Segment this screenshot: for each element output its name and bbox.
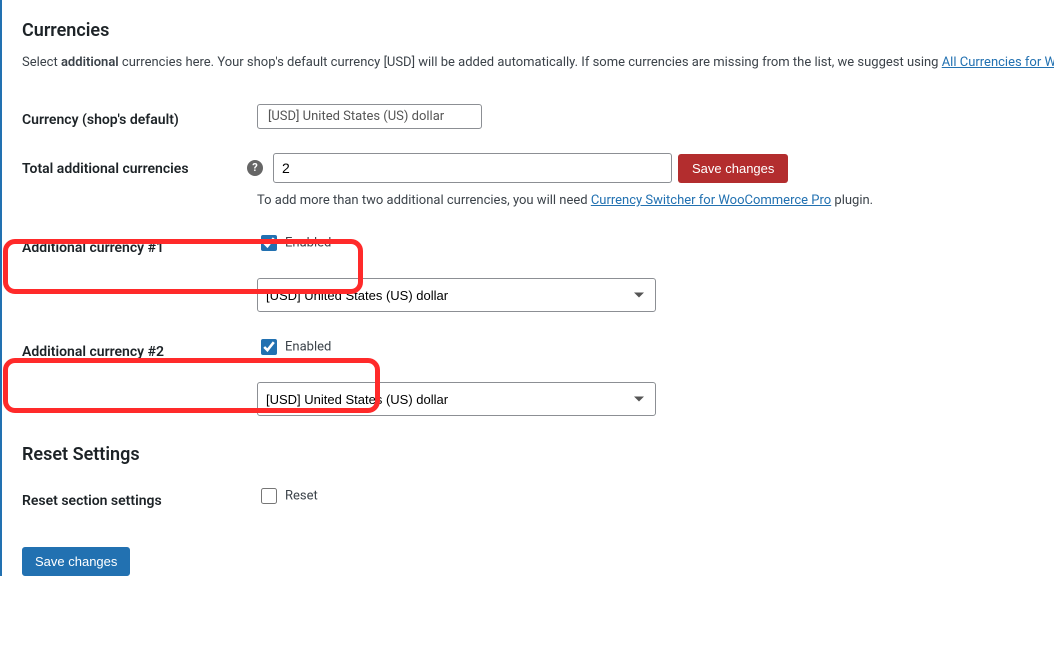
currencies-heading: Currencies [22, 20, 1054, 41]
additional-currency-2-label: Additional currency #2 [22, 330, 257, 376]
default-currency-value: [USD] United States (US) dollar [257, 104, 482, 129]
save-changes-inline-button[interactable]: Save changes [678, 154, 788, 183]
reset-checkbox[interactable] [261, 488, 277, 504]
additional-2-currency-select[interactable]: [USD] United States (US) dollar [257, 382, 656, 416]
help-icon[interactable]: ? [247, 160, 263, 176]
intro-bold: additional [61, 55, 119, 70]
helper-text: To add more than two additional currenci… [257, 193, 1054, 208]
all-currencies-link[interactable]: All Currencies for Wo [942, 55, 1054, 70]
reset-settings-heading: Reset Settings [22, 444, 1054, 465]
default-currency-label: Currency (shop's default) [22, 98, 257, 147]
reset-text: Reset [285, 489, 318, 504]
save-changes-button[interactable]: Save changes [22, 547, 130, 576]
currencies-intro: Select additional currencies here. Your … [22, 55, 1054, 70]
additional-currency-1-label: Additional currency #1 [22, 226, 257, 272]
additional-1-enabled-text: Enabled [285, 236, 331, 251]
helper-pre: To add more than two additional currenci… [257, 193, 591, 208]
additional-2-enabled-checkbox[interactable] [261, 339, 277, 355]
helper-post: plugin. [831, 193, 873, 208]
reset-section-label: Reset section settings [22, 479, 257, 525]
additional-1-currency-select[interactable]: [USD] United States (US) dollar [257, 278, 656, 312]
additional-1-enabled-checkbox[interactable] [261, 235, 277, 251]
total-additional-input[interactable] [273, 153, 672, 183]
intro-post: currencies here. Your shop's default cur… [119, 55, 942, 70]
pro-link[interactable]: Currency Switcher for WooCommerce Pro [591, 193, 831, 208]
intro-pre: Select [22, 55, 61, 70]
additional-2-enabled-text: Enabled [285, 340, 331, 355]
total-additional-label: Total additional currencies [22, 147, 257, 226]
